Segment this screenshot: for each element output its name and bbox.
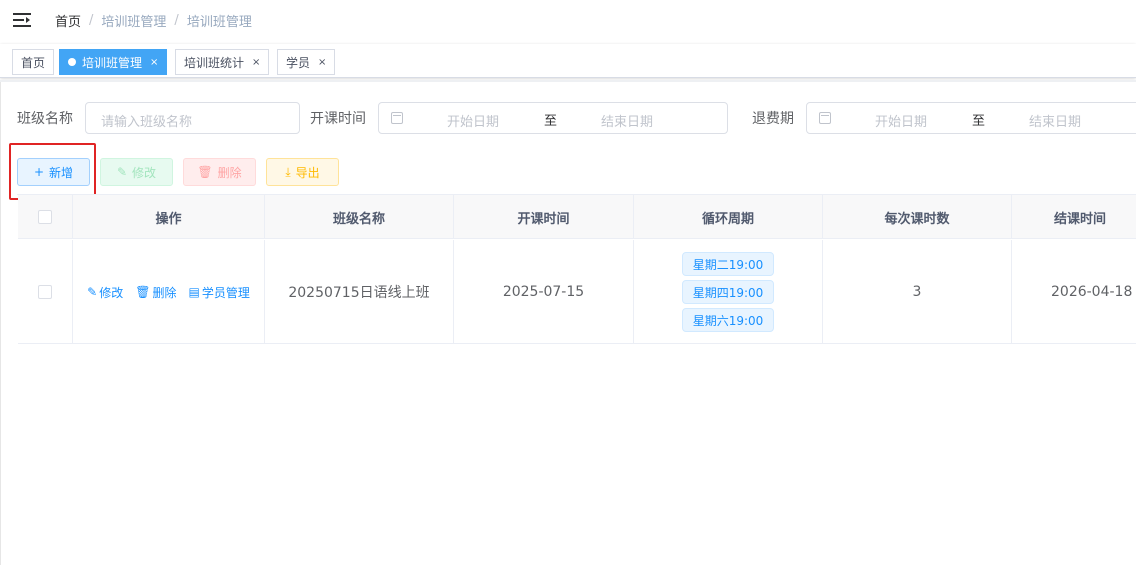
weekly-tag: 星期六19:00: [681, 308, 775, 332]
sidebar-edge: [0, 82, 1, 565]
breadcrumb-home[interactable]: 首页: [55, 11, 81, 30]
header-start-date: 开课时间: [454, 195, 634, 239]
breadcrumb: 首页 / 培训班管理 / 培训班管理: [55, 11, 252, 30]
divider: [0, 80, 1136, 82]
data-table: 操作 班级名称 开课时间 循环周期 每次课时数 结课时间 ✎ 修改 🗑 删除 ▤: [17, 194, 1136, 344]
tag-home[interactable]: 首页: [12, 49, 55, 75]
plus-icon: +: [33, 165, 45, 179]
breadcrumb-current: 培训班管理: [186, 15, 252, 30]
add-button[interactable]: + 新增: [17, 158, 90, 186]
table-row: ✎ 修改 🗑 删除 ▤ 学员管理 20250715日语线上班 2025-07-1…: [18, 240, 1136, 344]
select-all-checkbox[interactable]: [38, 210, 52, 224]
tag-students[interactable]: 学员 ×: [277, 49, 336, 75]
calendar-icon: [391, 112, 403, 124]
trash-icon: 🗑: [197, 165, 213, 179]
refund-start-input[interactable]: 开始日期: [875, 111, 927, 130]
header-actions: 操作: [73, 195, 265, 239]
close-icon[interactable]: ×: [252, 57, 260, 68]
weekly-schedule: 星期二19:00 星期四19:00 星期六19:00: [681, 252, 775, 332]
start-time-label: 开课时间: [310, 111, 366, 127]
active-dot-icon: [68, 58, 76, 66]
tag-training-stats[interactable]: 培训班统计 ×: [175, 49, 270, 75]
end-date-input[interactable]: 结束日期: [601, 111, 653, 130]
refund-label: 退费期: [752, 111, 794, 127]
class-name-input[interactable]: 请输入班级名称: [85, 102, 300, 134]
navbar: 首页 / 培训班管理 / 培训班管理: [0, 0, 1136, 42]
export-button[interactable]: ⤓ 导出: [266, 158, 339, 186]
refund-range[interactable]: 开始日期 至 结束日期: [806, 102, 1136, 134]
row-checkbox[interactable]: [38, 285, 52, 299]
breadcrumb-training[interactable]: 培训班管理: [101, 11, 166, 30]
edit-icon: ✎: [116, 165, 128, 179]
header-hours: 每次课时数: [823, 195, 1012, 239]
cell-class-name: 20250715日语线上班: [265, 240, 454, 344]
cell-end-time: 2026-04-18 21: [1051, 284, 1136, 300]
close-icon[interactable]: ×: [318, 57, 326, 68]
tag-training-manage[interactable]: 培训班管理 ×: [59, 49, 168, 75]
row-actions: ✎ 修改 🗑 删除 ▤ 学员管理: [87, 284, 250, 301]
edit-icon: ✎: [87, 285, 98, 299]
cell-hours: 3: [823, 240, 1012, 344]
header-weekly: 循环周期: [634, 195, 823, 239]
weekly-tag: 星期二19:00: [681, 252, 775, 276]
header-end-time: 结课时间: [1053, 211, 1106, 227]
download-icon: ⤓: [285, 164, 291, 179]
table-header: 操作 班级名称 开课时间 循环周期 每次课时数 结课时间: [18, 195, 1136, 239]
calendar-icon: [819, 112, 831, 124]
class-name-label: 班级名称: [17, 111, 73, 127]
hamburger-icon[interactable]: [13, 12, 31, 28]
trash-icon: 🗑: [135, 285, 151, 299]
weekly-tag: 星期四19:00: [681, 280, 775, 304]
edit-button[interactable]: ✎ 修改: [100, 158, 173, 186]
delete-button[interactable]: 🗑 删除: [183, 158, 256, 186]
row-delete-link[interactable]: 🗑 删除: [135, 284, 176, 301]
refund-end-input[interactable]: 结束日期: [1029, 111, 1081, 130]
row-edit-link[interactable]: ✎ 修改: [87, 284, 123, 301]
close-icon[interactable]: ×: [150, 57, 158, 68]
cell-start-date: 2025-07-15: [454, 240, 634, 344]
document-icon: ▤: [188, 285, 200, 299]
header-class-name: 班级名称: [265, 195, 454, 239]
tags-view: 首页 培训班管理 × 培训班统计 × 学员 ×: [0, 44, 1136, 78]
row-students-link[interactable]: ▤ 学员管理: [188, 284, 249, 301]
start-date-input[interactable]: 开始日期: [447, 111, 499, 130]
start-time-range[interactable]: 开始日期 至 结束日期: [378, 102, 728, 134]
